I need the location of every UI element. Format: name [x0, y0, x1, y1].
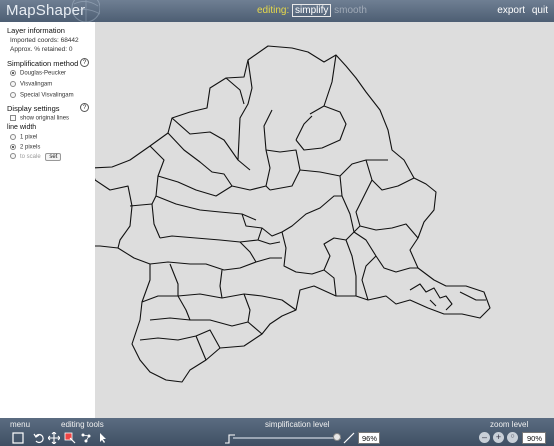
display-settings-title: Display settings	[7, 104, 60, 113]
bottom-toolbar: menu editing tools simplification level …	[0, 418, 554, 446]
editing-label: editing:	[257, 5, 290, 16]
line-width-label: line width	[7, 124, 37, 131]
simplification-method-title: Simplification method	[7, 59, 79, 68]
radio-icon[interactable]	[10, 81, 16, 87]
simplification-slider[interactable]	[233, 437, 341, 439]
select-icon[interactable]	[12, 432, 24, 444]
radio-icon[interactable]	[10, 92, 16, 98]
editing-tools-label: editing tools	[61, 420, 104, 429]
imported-coords: Imported coords: 68442	[10, 37, 79, 44]
width-1-pixel[interactable]: 1 pixel	[10, 134, 37, 141]
undo-icon[interactable]	[33, 432, 45, 444]
zoom-fit-button[interactable]: ○	[507, 432, 518, 443]
percent-retained: Approx. % retained: 0	[10, 46, 73, 53]
simplify-button[interactable]: simplify	[292, 4, 332, 17]
radio-icon[interactable]	[10, 153, 16, 160]
layer-info-title: Layer information	[7, 26, 65, 35]
map-canvas[interactable]	[84, 22, 554, 418]
map-outline	[84, 45, 491, 383]
menu-label: menu	[10, 420, 31, 429]
checkbox-icon[interactable]	[10, 115, 16, 121]
simplification-percent-field[interactable]: 96%	[358, 432, 380, 444]
radio-icon[interactable]	[10, 134, 16, 140]
node-icon[interactable]	[80, 432, 92, 444]
eraser-icon[interactable]	[64, 432, 76, 444]
export-button[interactable]: export	[497, 5, 525, 16]
help-icon[interactable]: ?	[80, 58, 89, 67]
show-original-lines[interactable]: show original lines	[10, 115, 69, 122]
top-actions: export quit	[493, 5, 548, 16]
quit-button[interactable]: quit	[532, 5, 548, 16]
simplification-level-label: simplification level	[265, 420, 330, 429]
zoom-out-button[interactable]: –	[479, 432, 490, 443]
zoom-in-button[interactable]: +	[493, 432, 504, 443]
width-to-scale[interactable]: to scale set	[10, 153, 62, 161]
pan-icon[interactable]	[48, 432, 60, 444]
method-visvalingam[interactable]: Visvalingam	[10, 81, 52, 88]
settings-panel: Layer information Imported coords: 68442…	[0, 22, 95, 418]
zoom-percent-field[interactable]: 90%	[522, 432, 546, 444]
cursor-icon[interactable]	[97, 432, 109, 444]
method-special-visvalingam[interactable]: Special Visvalingam	[10, 92, 74, 99]
editing-mode-switch: editing: simplify smooth	[257, 4, 367, 17]
radio-icon[interactable]	[10, 144, 16, 150]
width-2-pixels[interactable]: 2 pixels	[10, 144, 40, 151]
method-douglas-peucker[interactable]: Douglas-Peucker	[10, 70, 66, 77]
set-button[interactable]: set	[45, 153, 62, 161]
top-toolbar: MapShaper editing: simplify smooth expor…	[0, 0, 554, 22]
radio-icon[interactable]	[10, 70, 16, 76]
zoom-level-label: zoom level	[490, 420, 529, 429]
smooth-button[interactable]: smooth	[334, 5, 367, 16]
simplification-slider-handle[interactable]	[332, 433, 341, 441]
help-icon[interactable]: ?	[80, 103, 89, 112]
globe-icon	[71, 0, 100, 22]
slider-end-icon	[343, 432, 355, 444]
